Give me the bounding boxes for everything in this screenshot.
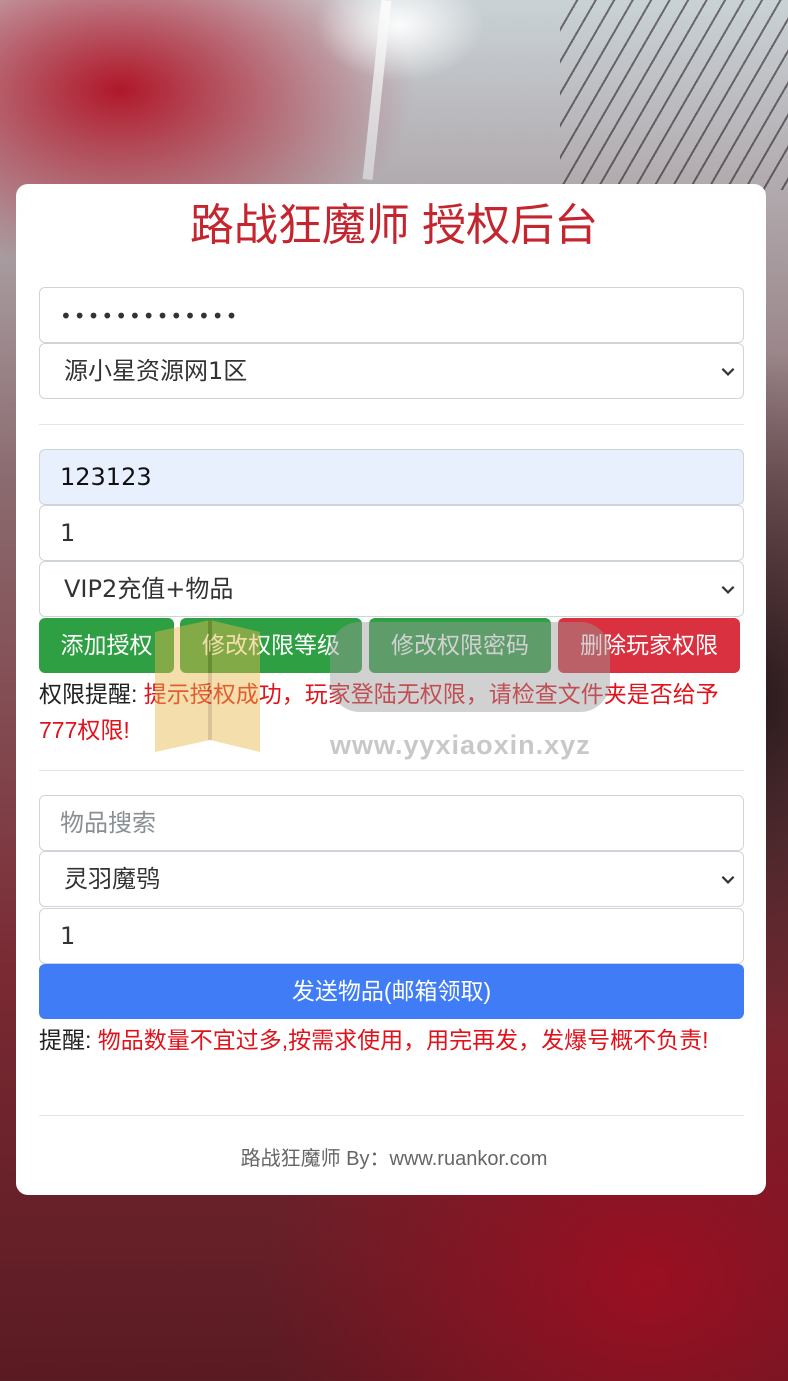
auth-notice-label: 权限提醒: bbox=[39, 681, 138, 707]
item-search-placeholder: 物品搜索 bbox=[60, 809, 156, 837]
item-select[interactable]: 灵羽魔鸮 bbox=[39, 851, 744, 907]
background-hair-strands bbox=[560, 0, 788, 190]
page-title: 路战狂魔师 授权后台 bbox=[189, 201, 599, 250]
password-mask: ••••••••••••• bbox=[60, 304, 240, 328]
divider bbox=[39, 424, 744, 425]
server-select[interactable]: 源小星资源网1区 bbox=[39, 343, 744, 399]
item-quantity-input[interactable]: 1 bbox=[39, 908, 744, 964]
vip-level-select[interactable]: VIP2充值+物品 bbox=[39, 561, 744, 617]
item-notice: 提醒: 物品数量不宜过多,按需求使用，用完再发，发爆号概不负责! bbox=[39, 1022, 744, 1058]
send-item-button[interactable]: 发送物品(邮箱领取) bbox=[39, 964, 744, 1019]
vip-level-value: VIP2充值+物品 bbox=[64, 575, 234, 603]
chevron-down-icon bbox=[721, 367, 735, 376]
chevron-down-icon bbox=[721, 585, 735, 594]
password-field[interactable]: ••••••••••••• bbox=[39, 287, 744, 343]
item-notice-text: 物品数量不宜过多,按需求使用，用完再发，发爆号概不负责! bbox=[97, 1027, 709, 1053]
server-select-value: 源小星资源网1区 bbox=[64, 357, 248, 385]
item-search-input[interactable]: 物品搜索 bbox=[39, 795, 744, 851]
item-select-value: 灵羽魔鸮 bbox=[64, 865, 160, 893]
auth-quantity-input[interactable]: 1 bbox=[39, 505, 744, 561]
background-light-streak bbox=[362, 0, 392, 181]
account-value: 123123 bbox=[60, 463, 152, 491]
item-notice-label: 提醒: bbox=[39, 1027, 92, 1053]
footer-credit: 路战狂魔师 By：www.ruankor.com bbox=[240, 1148, 548, 1170]
chevron-down-icon bbox=[721, 875, 735, 884]
item-quantity-value: 1 bbox=[60, 922, 76, 950]
divider bbox=[39, 1115, 744, 1116]
account-input[interactable]: 123123 bbox=[39, 449, 744, 505]
watermark-url: www.yyxiaoxin.xyz bbox=[330, 730, 591, 760]
divider bbox=[39, 770, 744, 771]
auth-quantity-value: 1 bbox=[60, 519, 76, 547]
